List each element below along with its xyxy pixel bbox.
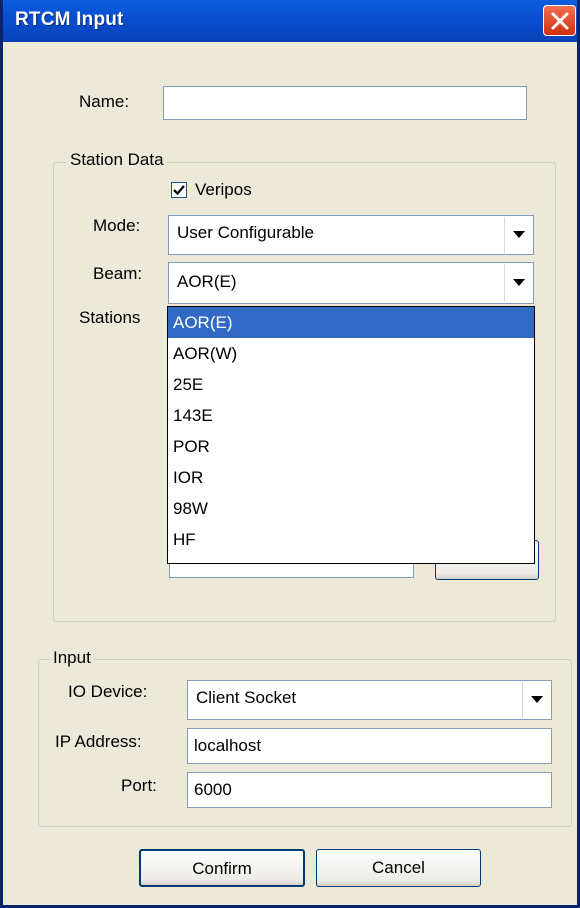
station-data-legend: Station Data <box>67 150 167 170</box>
name-input[interactable] <box>163 86 527 120</box>
io-device-label: IO Device: <box>68 682 148 701</box>
input-legend: Input <box>50 648 94 668</box>
confirm-button[interactable]: Confirm <box>139 849 305 887</box>
mode-dropdown-button[interactable] <box>504 217 532 253</box>
mode-select[interactable]: User Configurable <box>168 215 534 255</box>
name-label: Name: <box>79 92 130 111</box>
beam-option[interactable]: POR <box>168 431 534 462</box>
chevron-down-icon <box>531 696 543 703</box>
cancel-button[interactable]: Cancel <box>316 849 481 887</box>
veripos-label: Veripos <box>195 180 252 199</box>
beam-option[interactable]: IOR <box>168 462 534 493</box>
io-device-dropdown-button[interactable] <box>522 682 550 718</box>
window-title: RTCM Input <box>15 9 124 30</box>
beam-option[interactable]: AOR(E) <box>168 307 534 338</box>
rtcm-input-dialog: RTCM Input Name: Station Data Veripos Mo… <box>0 0 580 908</box>
stations-label: Stations <box>79 308 141 327</box>
port-input[interactable] <box>187 772 552 808</box>
io-device-select[interactable]: Client Socket <box>187 680 552 720</box>
beam-dropdown-list[interactable]: AOR(E) AOR(W) 25E 143E POR IOR 98W HF <box>167 306 535 564</box>
beam-option[interactable]: 98W <box>168 493 534 524</box>
mode-value: User Configurable <box>177 223 315 242</box>
close-icon <box>551 12 569 30</box>
io-device-value: Client Socket <box>196 688 297 707</box>
port-label: Port: <box>121 776 157 795</box>
title-bar[interactable]: RTCM Input <box>3 0 577 42</box>
cancel-label: Cancel <box>372 858 425 877</box>
beam-select[interactable]: AOR(E) <box>168 262 534 304</box>
veripos-checkbox[interactable] <box>171 182 187 198</box>
close-button[interactable] <box>543 5 576 36</box>
chevron-down-icon <box>513 279 525 286</box>
chevron-down-icon <box>513 231 525 238</box>
ip-address-label: IP Address: <box>55 732 142 751</box>
beam-option[interactable]: 143E <box>168 400 534 431</box>
checkmark-icon <box>173 185 185 196</box>
beam-value: AOR(E) <box>177 272 237 291</box>
confirm-label: Confirm <box>192 859 252 878</box>
beam-option[interactable]: AOR(W) <box>168 338 534 369</box>
beam-label: Beam: <box>93 264 143 283</box>
beam-option[interactable]: 25E <box>168 369 534 400</box>
beam-option[interactable]: HF <box>168 524 534 555</box>
mode-label: Mode: <box>93 216 141 235</box>
beam-dropdown-button[interactable] <box>504 264 532 302</box>
ip-address-input[interactable] <box>187 728 552 764</box>
